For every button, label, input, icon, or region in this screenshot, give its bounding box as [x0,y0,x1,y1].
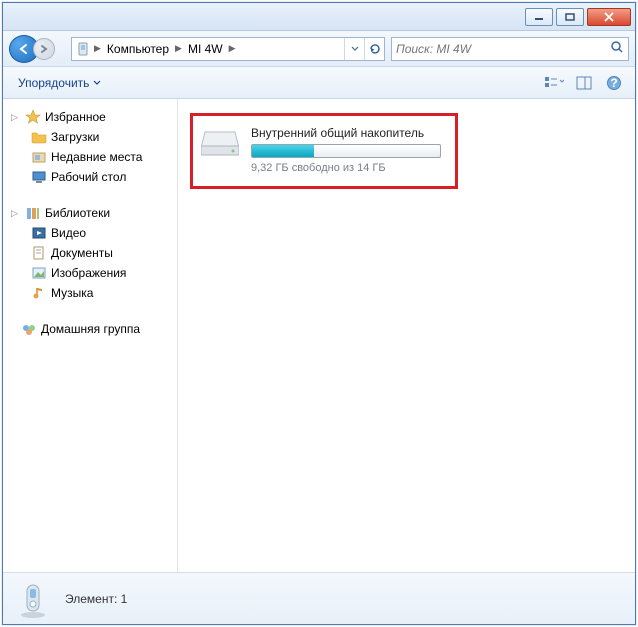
content-pane: Внутренний общий накопитель 9,32 ГБ своб… [178,99,635,572]
back-arrow-icon [17,42,31,56]
collapse-icon: ▷ [11,112,21,123]
sidebar-item-desktop[interactable]: Рабочий стол [11,167,177,187]
svg-text:?: ? [610,76,617,90]
body: ▷ Избранное Загрузки Недавние места Рабо… [3,99,635,572]
sidebar-item-documents[interactable]: Документы [11,243,177,263]
navbar: ▶ Компьютер ▶ MI 4W ▶ [3,31,635,67]
documents-icon [31,245,47,261]
item-label: Недавние места [51,150,142,164]
titlebar [3,3,635,31]
libraries-label: Библиотеки [45,206,110,220]
libraries-icon [25,205,41,221]
toolbar: Упорядочить ? [3,67,635,99]
organize-button[interactable]: Упорядочить [11,72,108,94]
homegroup-icon [21,321,37,337]
item-label: Видео [51,226,86,240]
minimize-button[interactable] [525,8,553,26]
folder-icon [31,129,47,145]
drive-info: Внутренний общий накопитель 9,32 ГБ своб… [251,126,447,174]
drive-item[interactable]: Внутренний общий накопитель 9,32 ГБ своб… [190,113,458,189]
video-icon [31,225,47,241]
device-small-icon [74,40,92,58]
search-box[interactable] [391,37,629,61]
breadcrumb-separator-icon: ▶ [227,43,238,54]
storage-progress-fill [252,145,314,157]
forward-button[interactable] [33,38,55,60]
desktop-icon [31,169,47,185]
view-options-icon [544,76,564,90]
pictures-icon [31,265,47,281]
refresh-icon [368,42,382,56]
status-text: Элемент: 1 [65,592,127,606]
preview-pane-button[interactable] [571,72,597,94]
explorer-window: ▶ Компьютер ▶ MI 4W ▶ Упорядочить [2,2,636,625]
close-button[interactable] [587,8,631,26]
search-icon[interactable] [610,40,624,57]
homegroup-header[interactable]: Домашняя группа [11,319,177,339]
breadcrumb-computer[interactable]: Компьютер [103,42,173,56]
minimize-icon [534,13,544,21]
breadcrumb-separator-icon: ▶ [92,43,103,54]
sidebar-item-downloads[interactable]: Загрузки [11,127,177,147]
storage-progress [251,144,441,158]
maximize-button[interactable] [556,8,584,26]
item-label: Документы [51,246,113,260]
device-large-icon [15,579,51,619]
nav-buttons [9,35,65,63]
drive-icon [201,126,239,158]
forward-arrow-icon [39,44,49,54]
chevron-down-icon [93,79,101,87]
libraries-group: ▷ Библиотеки Видео Документы Изображения [11,203,177,303]
favorites-header[interactable]: ▷ Избранное [11,107,177,127]
star-icon [25,109,41,125]
item-label: Изображения [51,266,126,280]
help-button[interactable]: ? [601,72,627,94]
sidebar-item-video[interactable]: Видео [11,223,177,243]
homegroup-label: Домашняя группа [41,322,140,336]
libraries-header[interactable]: ▷ Библиотеки [11,203,177,223]
item-label: Музыка [51,286,93,300]
maximize-icon [565,13,575,21]
breadcrumb-device[interactable]: MI 4W [184,42,227,56]
favorites-group: ▷ Избранное Загрузки Недавние места Рабо… [11,107,177,187]
view-options-button[interactable] [541,72,567,94]
refresh-button[interactable] [364,38,384,60]
sidebar-item-recent[interactable]: Недавние места [11,147,177,167]
item-label: Рабочий стол [51,170,126,184]
statusbar: Элемент: 1 [3,572,635,624]
drive-status: 9,32 ГБ свободно из 14 ГБ [251,162,447,174]
item-label: Загрузки [51,130,99,144]
search-input[interactable] [396,42,610,56]
favorites-label: Избранное [45,110,106,124]
chevron-down-icon [351,45,359,53]
music-icon [31,285,47,301]
address-dropdown-button[interactable] [344,38,364,60]
sidebar-item-music[interactable]: Музыка [11,283,177,303]
drive-title: Внутренний общий накопитель [251,126,447,140]
collapse-icon: ▷ [11,208,21,219]
recent-icon [31,149,47,165]
preview-pane-icon [576,76,592,90]
organize-label: Упорядочить [18,76,89,90]
sidebar: ▷ Избранное Загрузки Недавние места Рабо… [3,99,178,572]
sidebar-item-pictures[interactable]: Изображения [11,263,177,283]
close-icon [603,12,615,22]
address-bar[interactable]: ▶ Компьютер ▶ MI 4W ▶ [71,37,385,61]
breadcrumb-separator-icon: ▶ [173,43,184,54]
homegroup-group: Домашняя группа [11,319,177,339]
help-icon: ? [606,75,622,91]
